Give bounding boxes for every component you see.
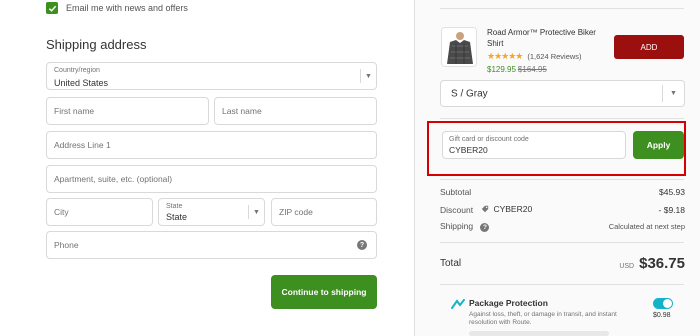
total-label: Total: [440, 258, 462, 269]
divider: [440, 118, 684, 119]
email-optin-checkbox[interactable]: [46, 2, 58, 14]
package-protection-description: Against loss, theft, or damage in transi…: [469, 311, 617, 326]
address-line1-placeholder: Address Line 1: [54, 140, 111, 150]
shipping-label-group: Shipping ?: [440, 221, 490, 232]
package-protection-toggle[interactable]: [653, 298, 673, 309]
subtotal-row: Subtotal $45.93: [440, 187, 685, 197]
tag-icon: [482, 205, 489, 213]
route-logo-icon: [451, 299, 465, 309]
product-rating: ★★★★★ (1,624 Reviews): [487, 51, 582, 62]
shirt-image-icon: [442, 28, 476, 66]
first-name-field[interactable]: First name: [46, 97, 209, 125]
continue-to-shipping-button[interactable]: Continue to shipping: [271, 275, 377, 309]
state-select[interactable]: State State ▼: [158, 198, 265, 226]
zip-placeholder: ZIP code: [279, 207, 313, 217]
shipping-value: Calculated at next step: [608, 222, 685, 231]
divider: [440, 242, 684, 243]
product-thumbnail: [441, 27, 477, 67]
product-old-price: $164.95: [517, 65, 547, 74]
divider: [440, 284, 684, 285]
email-optin-label: Email me with news and offers: [66, 3, 188, 13]
discount-tag: CYBER20: [481, 204, 532, 214]
subtotal-value: $45.93: [659, 187, 685, 197]
variant-dropdown[interactable]: ▼: [662, 85, 684, 102]
first-name-placeholder: First name: [54, 106, 95, 116]
discount-code-input[interactable]: Gift card or discount code CYBER20: [442, 131, 626, 159]
discount-value: - $9.18: [658, 204, 685, 215]
product-price: $129.95: [487, 65, 516, 74]
shipping-label: Shipping: [440, 221, 474, 231]
state-label: State: [166, 203, 183, 210]
chevron-down-icon: ▼: [365, 72, 372, 80]
country-select[interactable]: Country/region United States ▼: [46, 62, 377, 90]
help-icon[interactable]: ?: [480, 223, 490, 232]
total-amount-group: USD $36.75: [619, 255, 685, 272]
country-value: United States: [54, 78, 109, 88]
zip-field[interactable]: ZIP code: [271, 198, 377, 226]
currency-code: USD: [619, 263, 635, 270]
address-line1-field[interactable]: Address Line 1: [46, 131, 377, 159]
address-line2-field[interactable]: Apartment, suite, etc. (optional): [46, 165, 377, 193]
city-field[interactable]: City: [46, 198, 153, 226]
discount-label: Discount: [440, 205, 474, 215]
discount-row: Discount CYBER20 - $9.18: [440, 204, 685, 215]
product-name: Road Armor™ Protective Biker Shirt: [487, 28, 596, 48]
package-protection-price: $0.98: [653, 312, 671, 319]
last-name-placeholder: Last name: [222, 106, 262, 116]
checkmark-icon: [48, 5, 56, 12]
package-protection-link-bar[interactable]: [469, 331, 609, 336]
package-protection-title: Package Protection: [469, 298, 548, 308]
address-line2-placeholder: Apartment, suite, etc. (optional): [54, 174, 173, 184]
discount-code-value: CYBER20: [449, 145, 488, 155]
review-count[interactable]: (1,624 Reviews): [527, 52, 581, 61]
variant-select[interactable]: S / Gray ▼: [440, 80, 685, 107]
subtotal-label: Subtotal: [440, 187, 472, 197]
star-rating-icon: ★★★★★: [487, 51, 523, 61]
shipping-row: Shipping ? Calculated at next step: [440, 221, 685, 232]
country-dropdown[interactable]: ▼: [360, 69, 376, 83]
product-price-row: $129.95 $164.95: [487, 65, 547, 74]
package-protection-card: Package Protection Against loss, theft, …: [447, 295, 675, 336]
discount-label-group: Discount CYBER20: [440, 204, 532, 215]
discount-code-label: Gift card or discount code: [449, 136, 529, 143]
discount-code-tag-text: CYBER20: [493, 204, 533, 214]
shipping-address-title: Shipping address: [46, 37, 147, 52]
state-value: State: [166, 212, 188, 222]
phone-field[interactable]: Phone ?: [46, 231, 377, 259]
help-icon[interactable]: ?: [357, 240, 367, 250]
phone-placeholder: Phone: [54, 240, 79, 250]
divider: [440, 8, 684, 9]
divider: [440, 179, 684, 180]
add-product-button[interactable]: ADD: [614, 35, 684, 59]
variant-value: S / Gray: [451, 88, 488, 99]
email-optin-row[interactable]: Email me with news and offers: [46, 2, 188, 14]
apply-discount-button[interactable]: Apply: [633, 131, 684, 159]
country-label: Country/region: [54, 67, 100, 74]
chevron-down-icon: ▼: [670, 90, 677, 97]
state-dropdown[interactable]: ▼: [248, 205, 264, 219]
checkout-form-panel: Email me with news and offers Shipping a…: [0, 0, 415, 336]
total-row: Total USD $36.75: [440, 255, 685, 272]
last-name-field[interactable]: Last name: [214, 97, 377, 125]
total-value: $36.75: [639, 255, 685, 272]
chevron-down-icon: ▼: [253, 208, 260, 216]
city-placeholder: City: [54, 207, 69, 217]
